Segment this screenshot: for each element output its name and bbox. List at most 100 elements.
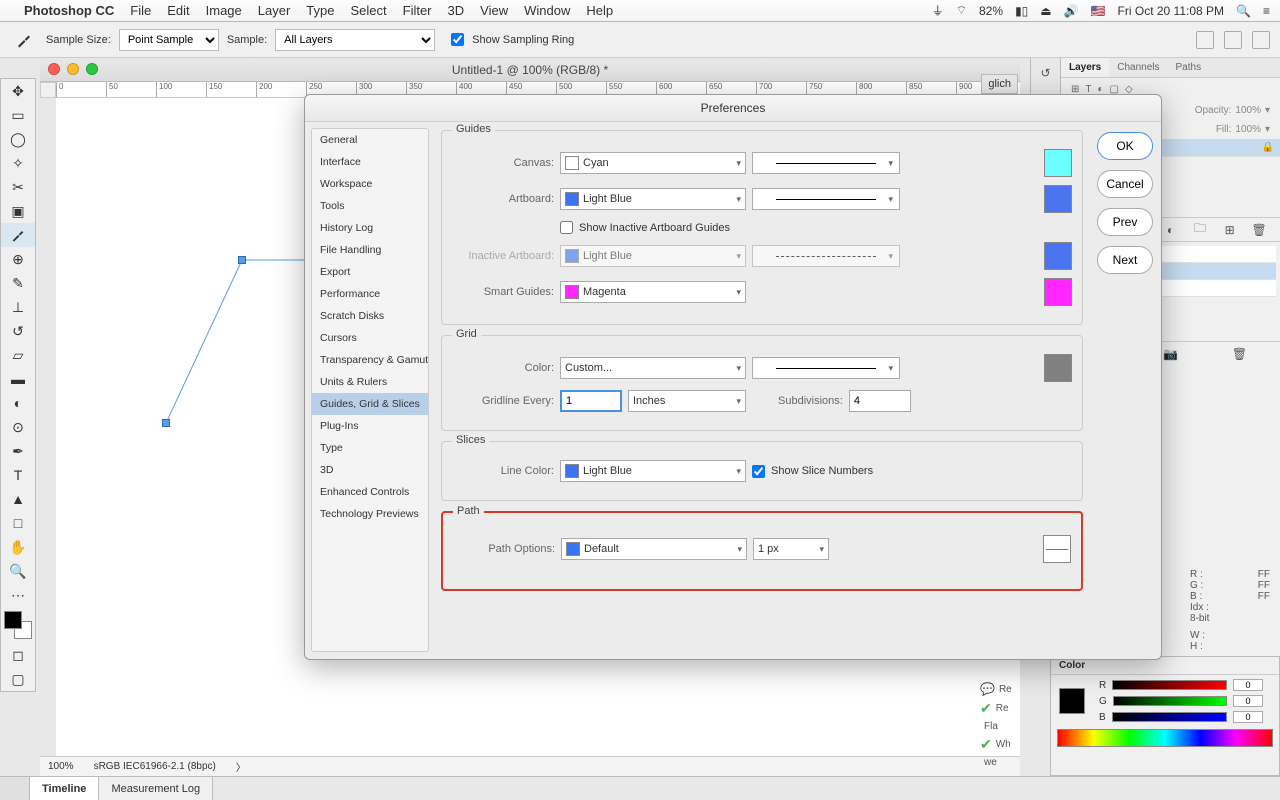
menu-view[interactable]: View	[480, 3, 508, 18]
workspace-icon[interactable]	[1224, 31, 1242, 49]
menu-type[interactable]: Type	[306, 3, 334, 18]
healing-tool[interactable]: ⊕	[1, 247, 35, 271]
status-chevron-icon[interactable]: 〉	[236, 759, 246, 774]
smart-big-swatch[interactable]	[1044, 278, 1072, 306]
screen-mode-toggle[interactable]: ▢	[1, 667, 35, 691]
prefs-units-rulers[interactable]: Units & Rulers	[312, 371, 428, 393]
trash-icon[interactable]: 🗑	[1232, 346, 1248, 362]
zoom-level[interactable]: 100%	[48, 761, 74, 772]
gridline-unit-select[interactable]: Inches▾	[628, 390, 746, 412]
red-input[interactable]	[1233, 679, 1263, 691]
layers-tab[interactable]: Layers	[1061, 58, 1109, 77]
type-tool[interactable]: T	[1, 463, 35, 487]
green-slider[interactable]	[1113, 696, 1227, 706]
sample-select[interactable]: All Layers	[275, 29, 435, 51]
clock[interactable]: Fri Oct 20 11:08 PM	[1118, 4, 1224, 18]
prefs-export[interactable]: Export	[312, 261, 428, 283]
grid-big-swatch[interactable]	[1044, 354, 1072, 382]
slice-line-color-select[interactable]: Light Blue▾	[560, 460, 746, 482]
show-inactive-checkbox[interactable]	[560, 221, 573, 234]
prefs-performance[interactable]: Performance	[312, 283, 428, 305]
magic-wand-tool[interactable]: ✧	[1, 151, 35, 175]
blue-input[interactable]	[1233, 711, 1263, 723]
grid-color-select[interactable]: Custom...▾	[560, 357, 746, 379]
prefs-file-handling[interactable]: File Handling	[312, 239, 428, 261]
gridline-every-input[interactable]	[560, 390, 622, 412]
menu-extras-icon[interactable]: ≡	[1263, 4, 1270, 18]
prefs-enhanced-controls[interactable]: Enhanced Controls	[312, 481, 428, 503]
menu-edit[interactable]: Edit	[167, 3, 189, 18]
prefs-cursors[interactable]: Cursors	[312, 327, 428, 349]
prefs-plugins[interactable]: Plug-Ins	[312, 415, 428, 437]
color-swatch-current[interactable]	[1059, 688, 1085, 714]
menu-window[interactable]: Window	[524, 3, 570, 18]
move-tool[interactable]: ✥	[1, 79, 35, 103]
menu-filter[interactable]: Filter	[403, 3, 432, 18]
color-profile[interactable]: sRGB IEC61966-2.1 (8bpc)	[94, 761, 216, 772]
fill-value[interactable]: 100%	[1235, 124, 1261, 135]
blue-slider[interactable]	[1112, 712, 1227, 722]
path-width-select[interactable]: 1 px▾	[753, 538, 829, 560]
brush-tool[interactable]: ✎	[1, 271, 35, 295]
blur-tool[interactable]: ◐	[1, 391, 35, 415]
prev-button[interactable]: Prev	[1097, 208, 1153, 236]
delete-layer-icon[interactable]: 🗑	[1251, 222, 1267, 238]
ok-button[interactable]: OK	[1097, 132, 1153, 160]
show-sampling-ring-checkbox[interactable]	[451, 33, 464, 46]
canvas-style-select[interactable]: ▾	[752, 152, 900, 174]
prefs-type[interactable]: Type	[312, 437, 428, 459]
canvas-big-swatch[interactable]	[1044, 149, 1072, 177]
bottom-panel-handle[interactable]	[0, 777, 30, 800]
paths-tab[interactable]: Paths	[1168, 58, 1210, 77]
pen-tool[interactable]: ✒	[1, 439, 35, 463]
new-layer-icon[interactable]: ⊞	[1222, 222, 1238, 238]
path-selection-tool[interactable]: ▲	[1, 487, 35, 511]
ruler-origin[interactable]	[40, 82, 56, 98]
channels-tab[interactable]: Channels	[1109, 58, 1167, 77]
prefs-tools[interactable]: Tools	[312, 195, 428, 217]
close-window-button[interactable]	[48, 63, 60, 75]
frame-tool[interactable]: ▣	[1, 199, 35, 223]
zoom-tool[interactable]: 🔍	[1, 559, 35, 583]
path-anchor-2[interactable]	[238, 256, 246, 264]
subdivisions-input[interactable]	[849, 390, 911, 412]
hand-tool[interactable]: ✋	[1, 535, 35, 559]
opacity-value[interactable]: 100%	[1235, 105, 1261, 116]
next-button[interactable]: Next	[1097, 246, 1153, 274]
artboard-color-select[interactable]: Light Blue▾	[560, 188, 746, 210]
search-icon[interactable]	[1196, 31, 1214, 49]
green-input[interactable]	[1233, 695, 1263, 707]
prefs-history-log[interactable]: History Log	[312, 217, 428, 239]
path-options-select[interactable]: Default▾	[561, 538, 747, 560]
foreground-background-colors[interactable]	[4, 611, 32, 639]
prefs-scratch-disks[interactable]: Scratch Disks	[312, 305, 428, 327]
prefs-guides-grid-slices[interactable]: Guides, Grid & Slices	[312, 393, 428, 415]
gradient-tool[interactable]: ▬	[1, 367, 35, 391]
show-slice-numbers-checkbox[interactable]	[752, 465, 765, 478]
prefs-general[interactable]: General	[312, 129, 428, 151]
menu-3d[interactable]: 3D	[448, 3, 465, 18]
color-spectrum[interactable]	[1057, 729, 1273, 747]
camera-icon[interactable]: 📷	[1163, 346, 1179, 362]
menu-help[interactable]: Help	[586, 3, 613, 18]
menu-layer[interactable]: Layer	[258, 3, 291, 18]
eject-icon[interactable]: ⏏	[1040, 4, 1051, 18]
inactive-big-swatch[interactable]	[1044, 242, 1072, 270]
eraser-tool[interactable]: ▱	[1, 343, 35, 367]
grid-style-select[interactable]: ▾	[752, 357, 900, 379]
marquee-tool[interactable]: ▭	[1, 103, 35, 127]
bluetooth-icon[interactable]: ⌔	[956, 3, 967, 18]
menu-select[interactable]: Select	[350, 3, 386, 18]
smart-color-select[interactable]: Magenta▾	[560, 281, 746, 303]
history-brush-tool[interactable]: ↺	[1, 319, 35, 343]
artboard-style-select[interactable]: ▾	[752, 188, 900, 210]
measurement-log-tab[interactable]: Measurement Log	[99, 777, 213, 800]
menu-image[interactable]: Image	[206, 3, 242, 18]
dodge-tool[interactable]: ⊙	[1, 415, 35, 439]
volume-icon[interactable]: 🔊	[1064, 4, 1079, 18]
red-slider[interactable]	[1112, 680, 1227, 690]
prefs-3d[interactable]: 3D	[312, 459, 428, 481]
artboard-big-swatch[interactable]	[1044, 185, 1072, 213]
timeline-tab[interactable]: Timeline	[30, 777, 99, 800]
canvas-color-select[interactable]: Cyan▾	[560, 152, 746, 174]
